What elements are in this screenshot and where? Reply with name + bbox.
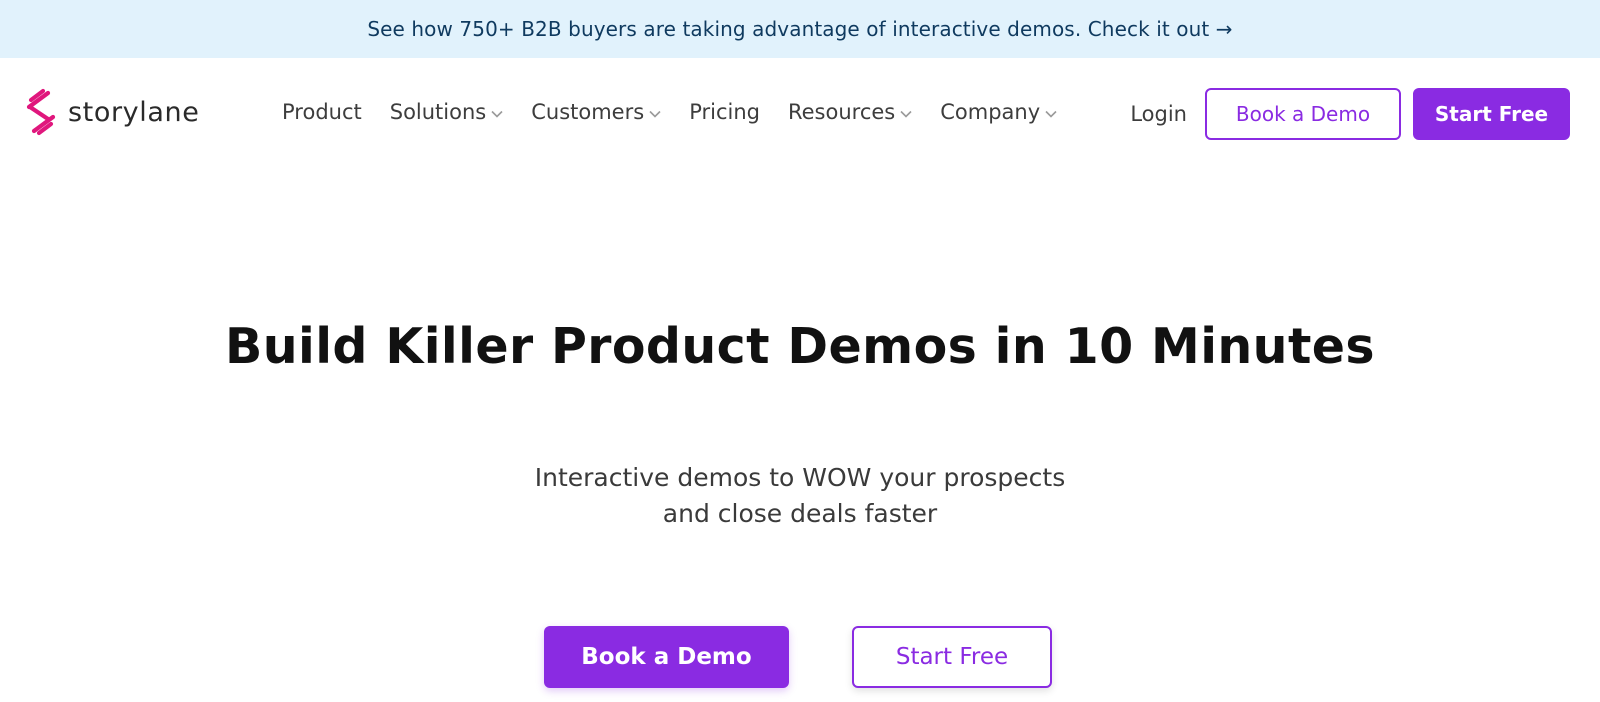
- chevron-down-icon: [649, 110, 661, 118]
- hero-subtitle-line: and close deals faster: [662, 499, 938, 528]
- hero-cta-group: Book a Demo Start Free: [544, 626, 1052, 688]
- brand-logo[interactable]: storylane: [26, 88, 199, 136]
- nav-item-customers[interactable]: Customers: [531, 100, 661, 124]
- nav-item-label: Pricing: [689, 100, 760, 124]
- announcement-link[interactable]: See how 750+ B2B buyers are taking advan…: [367, 17, 1232, 41]
- chevron-down-icon: [900, 110, 912, 118]
- nav-item-label: Resources: [787, 100, 896, 124]
- header-start-free-button[interactable]: Start Free: [1413, 88, 1570, 140]
- hero-subtitle-line: Interactive demos to WOW your prospects: [534, 463, 1066, 492]
- brand-name: storylane: [68, 96, 200, 128]
- nav-item-label: Company: [940, 100, 1041, 124]
- hero-subtitle: Interactive demos to WOW your prospects …: [0, 460, 1600, 532]
- nav-item-product[interactable]: Product: [282, 100, 362, 124]
- nav-item-company[interactable]: Company: [940, 100, 1057, 124]
- hero-title: Build Killer Product Demos in 10 Minutes: [225, 318, 1375, 375]
- header-actions: Login Book a Demo Start Free: [1130, 88, 1570, 140]
- header-book-demo-button[interactable]: Book a Demo: [1205, 88, 1401, 140]
- hero-book-demo-button[interactable]: Book a Demo: [544, 626, 789, 688]
- hero-start-free-button[interactable]: Start Free: [852, 626, 1052, 688]
- announcement-bar: See how 750+ B2B buyers are taking advan…: [0, 0, 1600, 58]
- header-nav: storylane Product Solutions Customers Pr…: [0, 58, 1600, 168]
- storylane-logo-icon: [26, 88, 56, 136]
- nav-item-pricing[interactable]: Pricing: [689, 100, 760, 124]
- chevron-down-icon: [491, 110, 503, 118]
- chevron-down-icon: [1045, 110, 1057, 118]
- nav-item-label: Customers: [531, 100, 645, 124]
- nav-item-label: Product: [282, 100, 362, 124]
- nav-item-solutions[interactable]: Solutions: [390, 100, 504, 124]
- main-menu: Product Solutions Customers Pricing Reso…: [282, 96, 1085, 128]
- nav-item-label: Solutions: [389, 100, 487, 124]
- login-link[interactable]: Login: [1130, 102, 1187, 126]
- nav-item-resources[interactable]: Resources: [788, 100, 912, 124]
